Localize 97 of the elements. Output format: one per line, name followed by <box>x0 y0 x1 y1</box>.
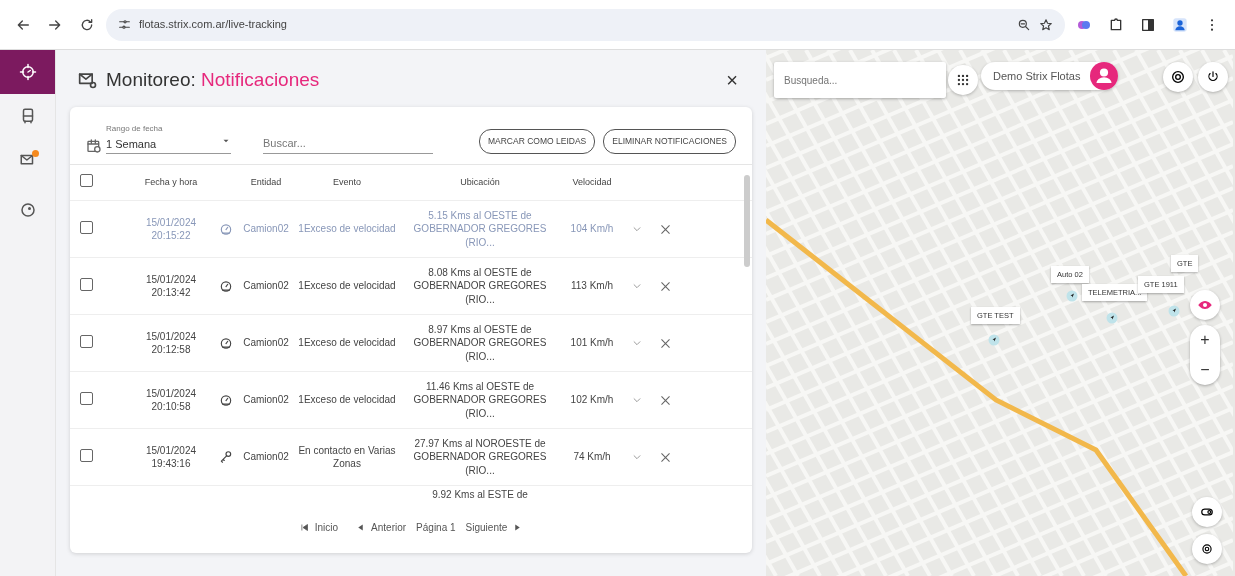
table-cell-text: Camion02 <box>242 336 290 350</box>
vehicle-marker-icon <box>988 334 1000 346</box>
table-cell-text: Camion02 <box>242 450 290 464</box>
panel-title: Monitoreo: Notificaciones <box>106 68 321 92</box>
page-indicator: Página 1 <box>416 521 456 535</box>
outline-button[interactable]: ELIMINAR NOTIFICACIONES <box>603 129 736 154</box>
user-chip[interactable]: Demo Strix Flotas <box>981 62 1119 90</box>
grid-icon <box>956 73 970 87</box>
settings-button[interactable] <box>1192 534 1222 564</box>
speedometer-icon <box>219 279 233 293</box>
row-checkbox[interactable] <box>80 334 93 348</box>
crosshair-icon <box>18 63 37 81</box>
column-header: Evento <box>332 176 362 189</box>
table-cell-text: Camion02 <box>242 279 290 293</box>
zoom-out-button[interactable]: − <box>1190 355 1220 385</box>
url-text[interactable]: flotas.strix.com.ar/live-tracking <box>139 16 287 33</box>
scrollbar-thumb[interactable] <box>744 175 750 267</box>
table-cell-text: En contacto en Varias Zonas <box>297 443 397 471</box>
table-cell-text: 5.15 Kms al OESTE de GOBERNADOR GREGORES (RIO... <box>412 208 548 250</box>
mail-settings-icon <box>78 70 98 91</box>
user-avatar-icon <box>1090 62 1119 90</box>
close-icon <box>658 222 672 236</box>
table-cell-text: 8.08 Kms al OESTE de GOBERNADOR GREGORES (RIO... <box>412 265 548 307</box>
speedometer-icon <box>219 393 233 407</box>
star-icon[interactable] <box>1039 17 1053 32</box>
vehicle-marker-icon <box>1066 290 1078 302</box>
side-panel-icon[interactable] <box>1140 16 1156 33</box>
visibility-button[interactable] <box>1190 290 1220 320</box>
close-icon <box>658 450 672 464</box>
table-cell-text: 1Exceso de velocidad <box>297 222 397 236</box>
table-cell-text: 1Exceso de velocidad <box>297 393 397 407</box>
calendar-icon <box>86 138 102 154</box>
table-cell-text: 27.97 Kms al NOROESTE de GOBERNADOR GREGORES (RIO... <box>412 436 548 478</box>
layers-button[interactable] <box>1192 497 1222 527</box>
zoom-icon[interactable] <box>1017 17 1031 32</box>
close-button[interactable]: × <box>720 69 744 92</box>
row-checkbox[interactable] <box>80 220 93 234</box>
table-cell-text: 102 Km/h <box>569 393 615 407</box>
date-time-text: 15/01/2024 20:15:22 <box>144 215 198 243</box>
table-cell-text: 9.92 Kms al ESTE de <box>431 488 529 502</box>
chevron-down-icon <box>632 338 642 348</box>
field-label: Rango de fecha <box>106 122 164 135</box>
column-header: Velocidad <box>571 176 613 189</box>
chevron-down-icon <box>632 395 642 405</box>
apps-button[interactable] <box>948 65 978 95</box>
row-checkbox[interactable] <box>80 448 93 462</box>
table-cell-text: 101 Km/h <box>569 336 615 350</box>
table-cell-text: Camion02 <box>242 393 290 407</box>
site-settings-icon[interactable] <box>118 18 131 31</box>
table-cell-text: 1Exceso de velocidad <box>297 279 397 293</box>
select-all-checkbox[interactable] <box>80 173 93 187</box>
next-icon <box>513 523 523 532</box>
table-cell-text: Camion02 <box>242 222 290 236</box>
reload-icon[interactable] <box>79 16 95 33</box>
table-cell-text: 104 Km/h <box>569 222 615 236</box>
previous-icon <box>356 523 366 532</box>
puzzle-icon[interactable] <box>1108 16 1124 33</box>
speedometer-icon <box>219 336 233 350</box>
column-header: Fecha y hora <box>143 176 199 189</box>
speedometer-icon <box>219 222 233 236</box>
first-page-icon <box>299 523 309 532</box>
date-time-text: 15/01/2024 20:10:58 <box>144 386 198 414</box>
toggle-icon <box>1200 505 1214 519</box>
help-button[interactable] <box>1163 62 1193 92</box>
profile-icon[interactable] <box>1172 16 1188 33</box>
zoom-in-button[interactable]: + <box>1190 325 1220 355</box>
date-time-text: 15/01/2024 20:13:42 <box>144 272 198 300</box>
date-time-text: 15/01/2024 20:12:58 <box>144 329 198 357</box>
column-header: Entidad <box>249 176 283 189</box>
table-cell-text: 11.46 Kms al OESTE de GOBERNADOR GREGORES (RIO... <box>412 379 548 421</box>
chevron-down-icon <box>632 224 642 234</box>
key-icon <box>219 450 233 464</box>
row-checkbox[interactable] <box>80 277 93 291</box>
previous-page-button[interactable]: Anterior <box>356 520 407 535</box>
lifebuoy-icon <box>1170 69 1186 85</box>
close-icon <box>658 279 672 293</box>
date-time-text: 15/01/2024 19:43:16 <box>144 443 198 471</box>
sidebar-item[interactable] <box>0 50 55 94</box>
row-checkbox[interactable] <box>80 391 93 405</box>
table-cell-text: 74 Km/h <box>572 450 612 464</box>
next-page-button[interactable]: Siguiente <box>465 520 523 535</box>
chevron-down-icon <box>632 281 642 291</box>
table-cell-text: 1Exceso de velocidad <box>297 336 397 350</box>
close-icon <box>658 393 672 407</box>
outline-button[interactable]: MARCAR COMO LEIDAS <box>479 129 596 154</box>
close-icon <box>658 336 672 350</box>
vehicle-marker-icon <box>1106 312 1118 324</box>
column-header: Ubicación <box>459 176 501 189</box>
power-button[interactable] <box>1198 62 1228 92</box>
power-icon <box>1206 70 1220 84</box>
table-cell-text: 8.97 Kms al OESTE de GOBERNADOR GREGORES (RIO... <box>412 322 548 364</box>
vehicle-marker-icon <box>1168 305 1180 317</box>
date-range-select[interactable]: 1 Semana <box>106 134 231 154</box>
first-page-button[interactable]: Inicio <box>299 520 339 535</box>
map-search-field[interactable]: Busqueda... <box>774 62 946 98</box>
chevron-down-icon <box>632 452 642 462</box>
table-cell-text: 113 Km/h <box>569 279 615 293</box>
